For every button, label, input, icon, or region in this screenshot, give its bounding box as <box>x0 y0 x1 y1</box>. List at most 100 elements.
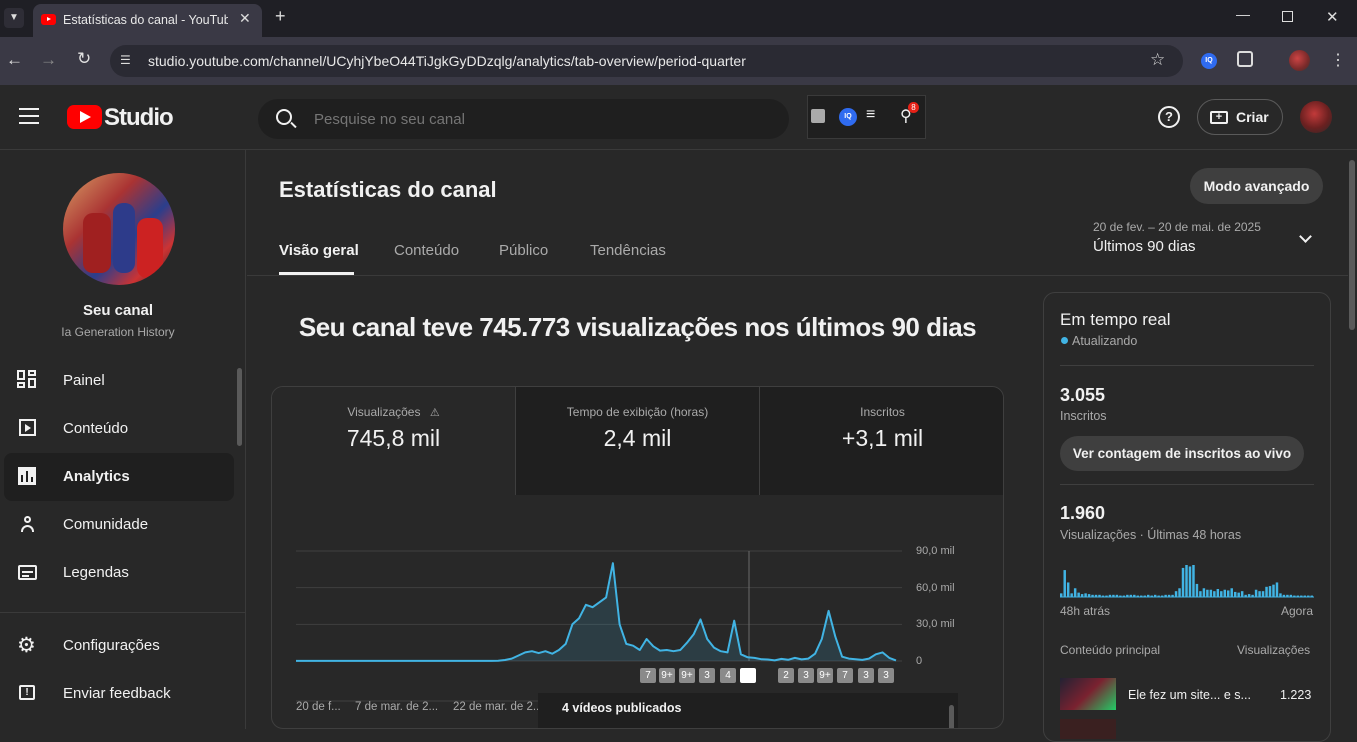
top-content-row[interactable]: Ele fez um site... e s... 1.223 <box>1060 678 1314 712</box>
video-publish-badge[interactable]: 3 <box>798 668 814 683</box>
tab-tendencias[interactable]: Tendências <box>590 242 666 259</box>
top-item-title: Ele fez um site... e s... <box>1128 688 1251 702</box>
close-tab-icon[interactable]: ✕ <box>239 10 251 27</box>
video-publish-badge[interactable]: 7 <box>640 668 656 683</box>
realtime-bar <box>1272 584 1275 597</box>
realtime-bar <box>1108 594 1112 597</box>
browser-tab-active[interactable]: Estatísticas do canal - YouTube ✕ <box>33 4 262 37</box>
sidebar-item-comunidade[interactable]: Comunidade <box>4 501 234 549</box>
realtime-bar <box>1261 591 1265 597</box>
realtime-bar <box>1293 595 1296 597</box>
realtime-bar <box>1160 595 1164 597</box>
vidiq-stats-icon[interactable] <box>811 109 825 123</box>
hamburger-menu-icon[interactable] <box>19 108 39 124</box>
sidebar-item-painel[interactable]: Painel <box>4 357 234 405</box>
forward-icon[interactable]: → <box>40 50 57 70</box>
video-publish-badge[interactable]: 4 <box>720 668 736 683</box>
channel-name: Ia Generation History <box>61 325 175 339</box>
gear-icon: ⚙ <box>17 634 36 657</box>
search-input[interactable] <box>314 109 754 129</box>
realtime-bar <box>1213 591 1216 597</box>
metric-value: 745,8 mil <box>346 425 441 451</box>
close-window-icon[interactable]: ✕ <box>1326 8 1339 26</box>
sidebar-scrollbar[interactable] <box>237 368 242 446</box>
realtime-bar <box>1289 594 1293 597</box>
sidebar-item-conteudo[interactable]: Conteúdo <box>4 405 234 453</box>
live-count-button[interactable]: Ver contagem de inscritos ao vivo <box>1060 436 1304 471</box>
sidebar-item-feedback[interactable]: ! Enviar feedback <box>4 670 234 718</box>
profile-avatar-icon[interactable] <box>1289 50 1310 71</box>
extension-iq-icon[interactable]: IQ <box>1201 53 1217 69</box>
list-icon[interactable]: ≡ <box>866 106 875 124</box>
realtime-bar <box>1153 594 1157 597</box>
updating-label: Atualizando <box>1072 334 1138 348</box>
video-publish-badge[interactable]: 3 <box>878 668 894 683</box>
realtime-bar <box>1101 595 1105 597</box>
realtime-bar <box>1087 594 1091 597</box>
community-icon <box>17 514 39 536</box>
realtime-bar <box>1254 589 1258 597</box>
main-content: Estatísticas do canal Modo avançado 20 d… <box>247 150 1355 742</box>
vidiq-logo-icon[interactable]: IQ <box>839 108 857 126</box>
address-bar[interactable]: ☰ studio.youtube.com/channel/UCyhjYbeO44… <box>110 45 1183 77</box>
realtime-bar <box>1185 565 1188 597</box>
new-tab-icon[interactable]: + <box>275 6 286 27</box>
video-publish-badge[interactable]: 9+ <box>817 668 833 683</box>
youtube-studio-logo[interactable]: Studio <box>67 104 177 132</box>
sidebar-item-analytics[interactable]: Analytics <box>4 453 234 501</box>
date-range-selector[interactable]: 20 de fev. – 20 de mai. de 2025 Últimos … <box>1093 220 1333 260</box>
bookmark-star-icon[interactable]: ☆ <box>1150 50 1165 70</box>
popup-scrollbar[interactable] <box>949 705 954 728</box>
url-text[interactable]: studio.youtube.com/channel/UCyhjYbeO44Ti… <box>148 53 746 69</box>
metric-subscribers[interactable]: Inscritos +3,1 mil <box>760 387 1003 495</box>
channel-avatar[interactable] <box>63 173 175 285</box>
realtime-bar <box>1119 595 1122 597</box>
top-content-label: Conteúdo principal <box>1060 643 1161 657</box>
realtime-bar <box>1195 583 1199 597</box>
video-publish-badge[interactable]: 7 <box>837 668 853 683</box>
page-title: Estatísticas do canal <box>279 177 497 202</box>
back-icon[interactable]: ← <box>6 50 23 70</box>
sidebar-item-legendas[interactable]: Legendas <box>4 549 234 597</box>
metric-views[interactable]: Visualizações ⚠ 745,8 mil <box>272 387 516 495</box>
video-publish-badge[interactable] <box>740 668 756 683</box>
realtime-bar <box>1223 589 1227 597</box>
realtime-bar <box>1115 594 1119 597</box>
sidebar-item-label: Comunidade <box>63 516 149 533</box>
browser-menu-icon[interactable]: ⋮ <box>1330 50 1346 70</box>
video-publish-badge[interactable]: 3 <box>699 668 715 683</box>
realtime-bar-chart[interactable] <box>1060 553 1314 598</box>
reload-icon[interactable]: ↻ <box>77 49 91 69</box>
realtime-bar <box>1188 566 1192 597</box>
video-publish-badge[interactable]: 9+ <box>659 668 675 683</box>
site-info-icon[interactable]: ☰ <box>120 53 131 67</box>
help-icon[interactable]: ? <box>1158 106 1180 128</box>
realtime-bar <box>1133 594 1136 597</box>
views-value: 1.960 <box>1060 503 1106 523</box>
videos-published-popup[interactable]: 4 vídeos publicados <box>538 693 958 728</box>
realtime-bar <box>1192 565 1195 597</box>
subscribers-value: 3.055 <box>1060 385 1106 405</box>
realtime-bar <box>1227 590 1230 597</box>
minimize-icon[interactable]: — <box>1236 6 1250 22</box>
metric-watch-time[interactable]: Tempo de exibição (horas) 2,4 mil <box>516 387 760 495</box>
tab-publico[interactable]: Público <box>499 242 548 259</box>
x-tick-label: 7 de mar. de 2... <box>355 701 439 713</box>
maximize-icon[interactable] <box>1282 11 1293 22</box>
search-bar[interactable] <box>258 99 789 139</box>
account-avatar[interactable] <box>1300 101 1332 133</box>
sidebar-item-configuracoes[interactable]: ⚙ Configurações <box>4 622 234 670</box>
tab-conteudo[interactable]: Conteúdo <box>394 242 459 259</box>
tab-visao-geral[interactable]: Visão geral <box>279 242 359 259</box>
realtime-bar <box>1275 582 1279 597</box>
tab-list-dropdown[interactable]: ▼ <box>4 8 24 28</box>
create-button[interactable]: + Criar <box>1197 99 1283 135</box>
analytics-icon <box>17 466 39 488</box>
video-publish-badge[interactable]: 2 <box>778 668 794 683</box>
video-publish-badge[interactable]: 9+ <box>679 668 695 683</box>
advanced-mode-button[interactable]: Modo avançado <box>1190 168 1323 204</box>
realtime-bar <box>1164 594 1167 597</box>
video-publish-badge[interactable]: 3 <box>858 668 874 683</box>
main-scrollbar[interactable] <box>1349 160 1355 330</box>
extensions-puzzle-icon[interactable] <box>1237 51 1253 67</box>
